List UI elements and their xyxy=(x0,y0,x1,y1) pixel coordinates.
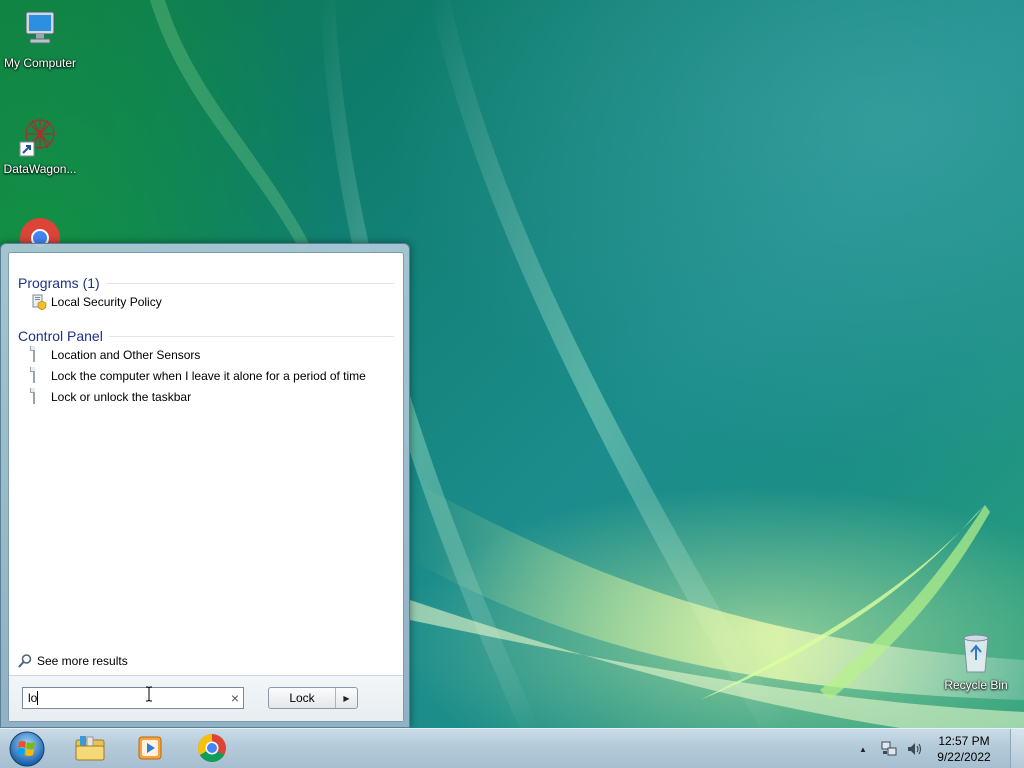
result-lock-computer-when-idle[interactable]: Lock the computer when I leave it alone … xyxy=(31,366,391,386)
taskbar-file-explorer[interactable] xyxy=(62,731,118,767)
start-menu-results-pane: Programs (1) Local Security Policy Contr… xyxy=(8,252,404,722)
start-search-input[interactable]: lo × xyxy=(22,687,244,709)
text-caret xyxy=(37,691,39,706)
document-icon xyxy=(31,346,47,363)
mouse-ibeam-cursor xyxy=(146,686,152,702)
start-menu: Programs (1) Local Security Policy Contr… xyxy=(0,243,410,728)
result-local-security-policy[interactable]: Local Security Policy xyxy=(31,292,391,312)
search-magnifier-icon xyxy=(17,653,33,669)
arrow-right-icon[interactable]: ▶ xyxy=(335,688,357,708)
section-heading-programs: Programs (1) xyxy=(18,275,394,291)
desktop-icon-my-computer[interactable]: My Computer xyxy=(0,8,80,70)
windows-start-orb-icon[interactable] xyxy=(6,730,48,768)
volume-icon[interactable] xyxy=(906,740,924,758)
folder-library-icon xyxy=(74,734,106,765)
section-divider xyxy=(105,282,394,284)
document-icon xyxy=(31,388,47,405)
result-lock-or-unlock-taskbar[interactable]: Lock or unlock the taskbar xyxy=(31,387,391,407)
datawagon-shortcut-icon xyxy=(18,114,62,158)
section-heading-control-panel: Control Panel xyxy=(18,328,394,344)
desktop-icon-label: My Computer xyxy=(3,56,77,70)
control-panel-heading: Control Panel xyxy=(18,328,103,344)
clock-time: 12:57 PM xyxy=(938,734,990,748)
see-more-label: See more results xyxy=(37,654,128,668)
lock-button-label[interactable]: Lock xyxy=(269,688,335,708)
show-desktop-button[interactable] xyxy=(1010,729,1024,768)
show-hidden-icons-arrow[interactable]: ▲ xyxy=(854,740,872,758)
result-location-and-other-sensors[interactable]: Location and Other Sensors xyxy=(31,345,391,365)
clock[interactable]: 12:57 PM 9/22/2022 xyxy=(928,733,1000,765)
desktop-icon-datawagon[interactable]: DataWagon... xyxy=(0,114,80,176)
desktop-icon-label: DataWagon... xyxy=(3,162,77,176)
computer-icon xyxy=(18,8,62,52)
media-player-icon xyxy=(136,734,164,765)
search-input-value: lo xyxy=(28,690,38,705)
network-icon[interactable] xyxy=(880,740,898,758)
see-more-results-link[interactable]: See more results xyxy=(17,653,128,669)
result-label: Lock the computer when I leave it alone … xyxy=(51,369,366,383)
security-policy-icon xyxy=(31,294,47,311)
document-icon xyxy=(31,367,47,384)
result-label: Local Security Policy xyxy=(51,295,162,309)
taskbar-chrome[interactable] xyxy=(184,731,240,767)
desktop-icon-label: Recycle Bin xyxy=(944,678,1008,692)
desktop-icon-recycle-bin[interactable]: Recycle Bin xyxy=(936,630,1016,692)
search-bar-area: lo × Lock ▶ xyxy=(9,675,403,721)
clear-icon[interactable]: × xyxy=(227,690,243,706)
programs-heading: Programs (1) xyxy=(18,275,100,291)
recycle-bin-icon xyxy=(954,630,998,674)
result-label: Location and Other Sensors xyxy=(51,348,201,362)
chrome-icon xyxy=(197,733,227,766)
system-tray: ▲ 12:57 PM 9/22/2022 xyxy=(850,729,1024,768)
result-label: Lock or unlock the taskbar xyxy=(51,390,192,404)
taskbar: ▲ 12:57 PM 9/22/2022 xyxy=(0,728,1024,768)
taskbar-media-player[interactable] xyxy=(122,731,178,767)
clock-date: 9/22/2022 xyxy=(937,750,991,764)
lock-button[interactable]: Lock ▶ xyxy=(268,687,358,709)
section-divider xyxy=(108,335,394,337)
